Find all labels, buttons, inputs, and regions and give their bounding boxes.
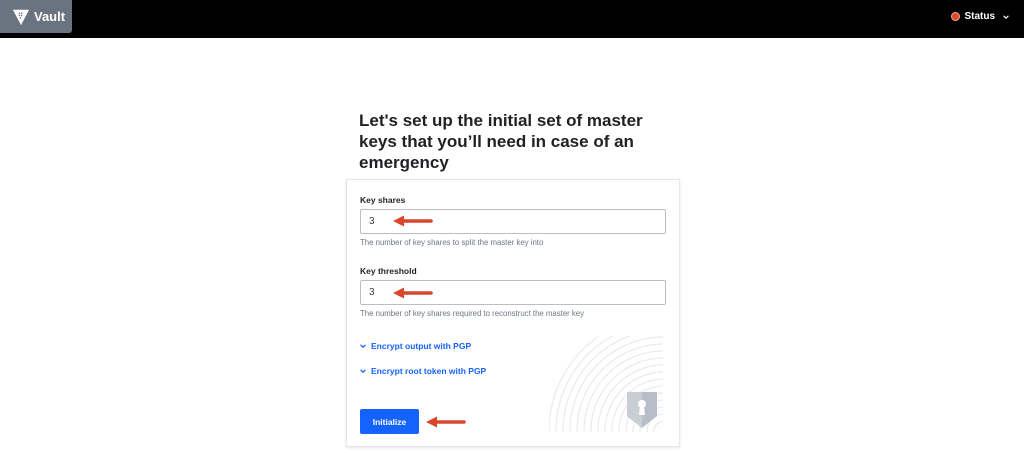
encrypt-root-token-pgp-toggle[interactable]: Encrypt root token with PGP: [359, 366, 486, 376]
chevron-down-icon: [1003, 14, 1009, 19]
annotation-arrow-icon: [426, 416, 466, 428]
status-label: Status: [964, 11, 995, 22]
page-title: Let's set up the initial set of master k…: [359, 111, 643, 172]
key-shares-help: The number of key shares to split the ma…: [360, 238, 544, 247]
chevron-down-icon: [360, 344, 366, 349]
shield-keyhole-icon: [627, 392, 657, 428]
toggle-label: Encrypt output with PGP: [371, 341, 472, 351]
toggle-label: Encrypt root token with PGP: [371, 366, 487, 376]
decorative-dot-pattern: [549, 336, 663, 432]
key-threshold-help: The number of key shares required to rec…: [360, 309, 585, 318]
brand-label: Vault: [34, 9, 66, 24]
chevron-down-icon: [360, 369, 366, 374]
encrypt-output-pgp-toggle[interactable]: Encrypt output with PGP: [359, 341, 471, 351]
status-menu[interactable]: Status: [951, 11, 1010, 22]
top-navbar: Vault Status: [0, 0, 1024, 38]
annotation-arrow-icon: [393, 215, 433, 227]
annotation-arrow-icon: [393, 287, 433, 299]
vault-home-link[interactable]: Vault: [0, 0, 72, 33]
key-threshold-label: Key threshold: [360, 266, 417, 276]
status-dot-icon: [951, 12, 961, 21]
key-shares-label: Key shares: [360, 195, 406, 205]
vault-logo-icon: [12, 9, 30, 25]
initialize-button[interactable]: Initialize: [360, 409, 419, 434]
